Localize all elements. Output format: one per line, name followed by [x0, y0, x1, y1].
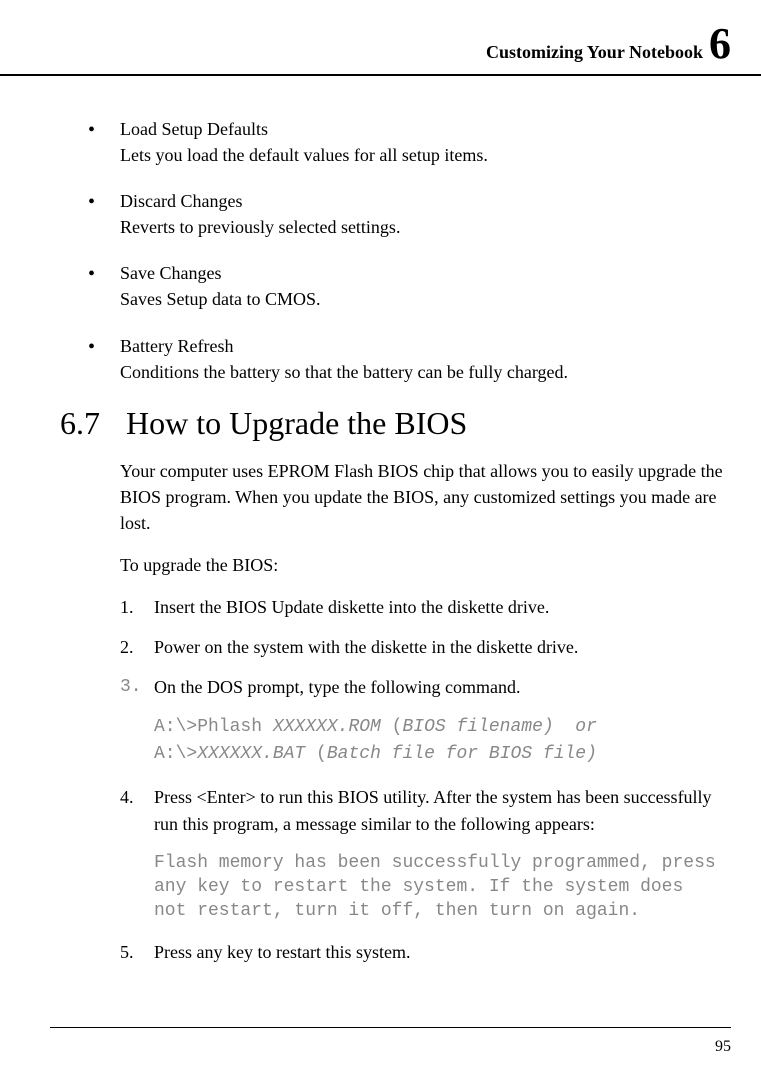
code-text: Batch file for BIOS file)	[327, 744, 597, 764]
intro-paragraph: Your computer uses EPROM Flash BIOS chip…	[70, 458, 731, 536]
footer-divider	[50, 1027, 731, 1028]
list-item: Load Setup Defaults Lets you load the de…	[120, 116, 731, 168]
code-message: Flash memory has been successfully progr…	[70, 851, 731, 924]
item-desc: Conditions the battery so that the batte…	[120, 359, 731, 385]
item-title: Battery Refresh	[120, 333, 731, 359]
list-item: 1. Insert the BIOS Update diskette into …	[120, 594, 731, 620]
code-text: XXXXXX.ROM	[273, 717, 392, 737]
item-title: Discard Changes	[120, 188, 731, 214]
section-heading: 6.7 How to Upgrade the BIOS	[60, 405, 731, 442]
header-title: Customizing Your Notebook	[486, 42, 703, 63]
step-text: Insert the BIOS Update diskette into the…	[154, 597, 549, 617]
step-marker: 1.	[120, 594, 134, 620]
step-text: Press any key to restart this system.	[154, 942, 410, 962]
header-chapter: 6	[709, 22, 731, 66]
step-marker: 3.	[120, 674, 142, 700]
list-item: 2. Power on the system with the diskette…	[120, 634, 731, 660]
step-marker: 5.	[120, 939, 134, 965]
step-text: On the DOS prompt, type the following co…	[154, 677, 520, 697]
item-title: Save Changes	[120, 260, 731, 286]
section-number: 6.7	[60, 405, 100, 442]
numbered-list: 4. Press <Enter> to run this BIOS utilit…	[70, 784, 731, 836]
step-marker: 2.	[120, 634, 134, 660]
code-text: BIOS filename) or	[402, 717, 596, 737]
list-item: Save Changes Saves Setup data to CMOS.	[120, 260, 731, 312]
list-item: Discard Changes Reverts to previously se…	[120, 188, 731, 240]
code-block: A:\>Phlash XXXXXX.ROM (BIOS filename) or…	[70, 714, 731, 768]
item-desc: Lets you load the default values for all…	[120, 142, 731, 168]
step-marker: 4.	[120, 784, 134, 810]
list-item: 3. On the DOS prompt, type the following…	[120, 674, 731, 700]
lead-text: To upgrade the BIOS:	[70, 552, 731, 578]
list-item: 5. Press any key to restart this system.	[120, 939, 731, 965]
step-text: Press <Enter> to run this BIOS utility. …	[154, 787, 712, 833]
code-text: A:\>	[154, 744, 197, 764]
code-text: XXXXXX.BAT	[197, 744, 316, 764]
page-content: Load Setup Defaults Lets you load the de…	[0, 76, 761, 966]
page-number: 95	[715, 1038, 731, 1056]
item-title: Load Setup Defaults	[120, 116, 731, 142]
section-title: How to Upgrade the BIOS	[126, 405, 467, 442]
item-desc: Reverts to previously selected settings.	[120, 214, 731, 240]
numbered-list: 1. Insert the BIOS Update diskette into …	[70, 594, 731, 700]
step-text: Power on the system with the diskette in…	[154, 637, 578, 657]
code-text: (	[316, 744, 327, 764]
code-text: A:\>Phlash	[154, 717, 273, 737]
page-header: Customizing Your Notebook 6	[0, 0, 761, 76]
bullet-list: Load Setup Defaults Lets you load the de…	[70, 116, 731, 385]
item-desc: Saves Setup data to CMOS.	[120, 286, 731, 312]
code-text: (	[392, 717, 403, 737]
list-item: 4. Press <Enter> to run this BIOS utilit…	[120, 784, 731, 836]
list-item: Battery Refresh Conditions the battery s…	[120, 333, 731, 385]
numbered-list: 5. Press any key to restart this system.	[70, 939, 731, 965]
